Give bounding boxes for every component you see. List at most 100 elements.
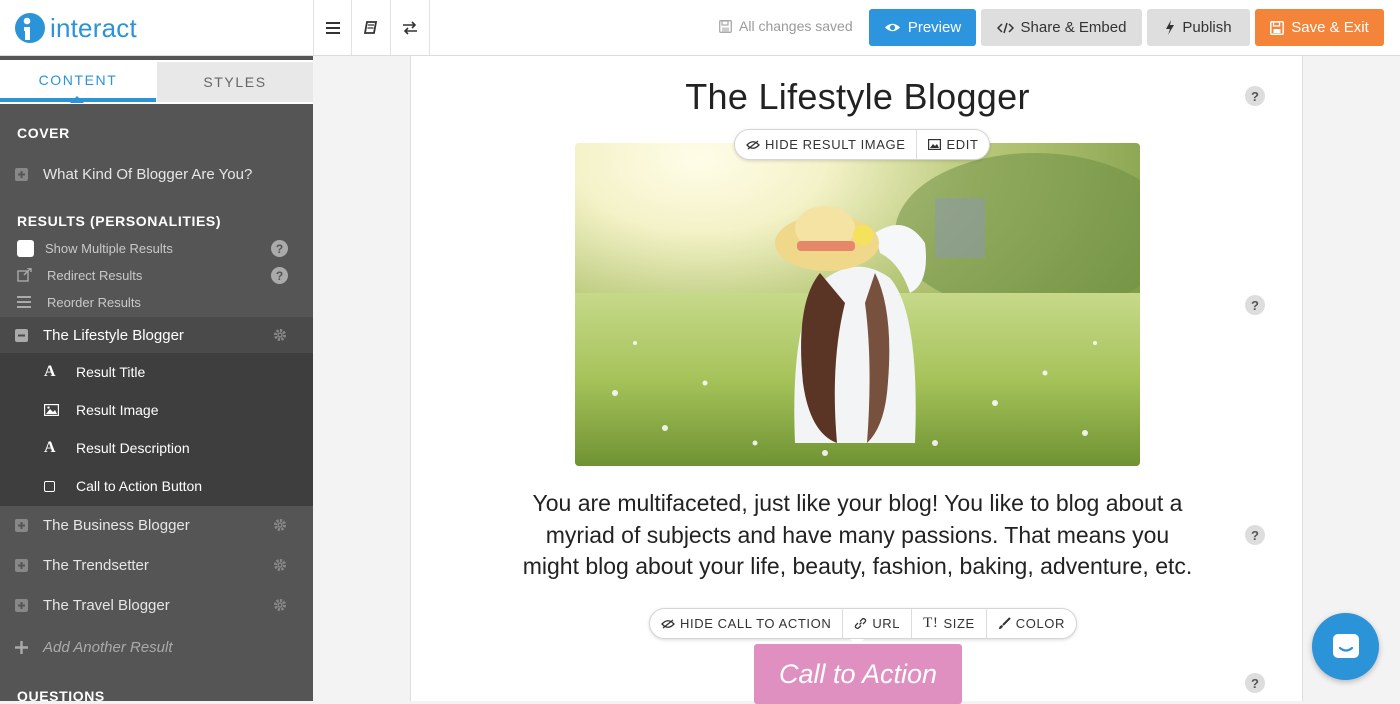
sub-item-label: Result Description	[76, 440, 190, 456]
lightning-icon	[1166, 20, 1175, 35]
preview-label: Preview	[907, 19, 962, 36]
redirect-results-label: Redirect Results	[47, 267, 143, 283]
result-trendsetter[interactable]: The Trendsetter	[0, 550, 313, 580]
cta-size-button[interactable]: T! SIZE	[912, 609, 987, 638]
cta-toolbar: HIDE CALL TO ACTION URL T! SIZE COLOR	[649, 608, 1078, 639]
cover-heading: COVER	[17, 125, 70, 141]
button-icon	[0, 480, 76, 492]
cta-url-label: URL	[872, 616, 901, 631]
results-heading: RESULTS (PERSONALITIES)	[17, 213, 222, 229]
sub-item-call-to-action[interactable]: Call to Action Button	[0, 467, 313, 505]
eye-slash-icon	[746, 139, 760, 150]
floppy-icon	[719, 19, 732, 33]
redirect-results-option[interactable]: Redirect Results ?	[0, 263, 313, 287]
save-exit-button[interactable]: Save & Exit	[1255, 9, 1384, 46]
sidebar-tabs: CONTENT STYLES	[0, 60, 313, 104]
publish-button[interactable]: Publish	[1147, 9, 1250, 46]
cta-size-label: SIZE	[943, 616, 975, 631]
share-embed-label: Share & Embed	[1020, 19, 1127, 36]
hide-result-image-button[interactable]: HIDE RESULT IMAGE	[735, 130, 918, 159]
show-multiple-results-label: Show Multiple Results	[45, 240, 173, 256]
gear-icon[interactable]	[273, 328, 287, 342]
hide-cta-label: HIDE CALL TO ACTION	[680, 616, 832, 631]
sub-item-label: Result Image	[76, 402, 159, 418]
sub-item-result-description[interactable]: A Result Description	[0, 429, 313, 467]
help-icon[interactable]: ?	[271, 267, 288, 284]
image-icon	[0, 404, 76, 416]
reorder-results-option[interactable]: Reorder Results	[0, 290, 313, 314]
gear-icon[interactable]	[273, 558, 287, 572]
code-icon	[996, 22, 1014, 33]
book-icon[interactable]	[352, 0, 391, 55]
tab-styles[interactable]: STYLES	[157, 62, 313, 102]
link-icon	[855, 617, 867, 630]
swap-icon[interactable]	[391, 0, 430, 55]
preview-button[interactable]: Preview	[869, 9, 976, 46]
sub-item-result-title[interactable]: A Result Title	[0, 353, 313, 391]
show-multiple-results-option[interactable]: Show Multiple Results ?	[0, 236, 313, 260]
sidebar: CONTENT STYLES COVER What Kind Of Blogge…	[0, 56, 313, 701]
result-travel-blogger[interactable]: The Travel Blogger	[0, 590, 313, 620]
expand-plus-icon[interactable]	[0, 558, 43, 572]
edit-image-label: EDIT	[946, 137, 979, 152]
logo-text: interact	[50, 12, 137, 43]
add-another-result[interactable]: Add Another Result	[0, 633, 313, 661]
reorder-icon	[0, 296, 47, 308]
cover-item[interactable]: What Kind Of Blogger Are You?	[0, 160, 313, 188]
text-icon: A	[44, 439, 56, 456]
expand-plus-icon[interactable]	[0, 167, 43, 181]
chat-icon	[1332, 633, 1359, 658]
publish-label: Publish	[1182, 19, 1232, 36]
text-size-icon: T!	[923, 615, 939, 631]
result-lifestyle-label: The Lifestyle Blogger	[43, 326, 184, 344]
interact-logo[interactable]: interact	[14, 10, 137, 46]
hide-cta-button[interactable]: HIDE CALL TO ACTION	[650, 609, 844, 638]
save-exit-label: Save & Exit	[1291, 19, 1369, 36]
image-icon	[928, 139, 942, 150]
share-embed-button[interactable]: Share & Embed	[981, 9, 1142, 46]
cta-url-button[interactable]: URL	[843, 609, 913, 638]
result-description[interactable]: You are multifaceted, just like your blo…	[521, 488, 1194, 583]
chat-launcher[interactable]	[1312, 613, 1379, 680]
expand-plus-icon[interactable]	[0, 518, 43, 532]
gear-icon[interactable]	[273, 598, 287, 612]
eye-slash-icon	[661, 618, 675, 629]
help-icon[interactable]: ?	[271, 240, 288, 257]
sub-item-result-image[interactable]: Result Image	[0, 391, 313, 429]
sub-item-label: Result Title	[76, 364, 146, 380]
cover-item-label: What Kind Of Blogger Are You?	[43, 165, 253, 183]
result-image[interactable]	[575, 143, 1140, 466]
help-icon[interactable]: ?	[1245, 525, 1265, 545]
save-status: All changes saved	[719, 18, 853, 34]
cta-color-button[interactable]: COLOR	[987, 609, 1076, 638]
text-icon: A	[44, 363, 56, 380]
help-icon[interactable]: ?	[1245, 295, 1265, 315]
external-link-icon	[0, 268, 47, 282]
sub-item-label: Call to Action Button	[76, 478, 203, 494]
result-label: The Business Blogger	[43, 516, 190, 534]
active-tab-caret	[70, 96, 84, 103]
meadow-photo	[575, 143, 1140, 466]
menu-icon[interactable]	[313, 0, 352, 55]
result-lifestyle-blogger[interactable]: The Lifestyle Blogger	[0, 317, 313, 353]
plus-icon	[0, 640, 43, 654]
result-label: The Travel Blogger	[43, 596, 170, 614]
editor-stage: The Lifestyle Blogger ? HIDE RESULT IMAG…	[410, 56, 1304, 704]
result-title[interactable]: The Lifestyle Blogger	[411, 76, 1304, 118]
result-business-blogger[interactable]: The Business Blogger	[0, 510, 313, 540]
top-toolbar: interact All changes saved Preview Share…	[0, 0, 1400, 56]
result-label: The Trendsetter	[43, 556, 149, 574]
edit-image-button[interactable]: EDIT	[917, 130, 989, 159]
eye-icon	[884, 23, 900, 32]
help-icon[interactable]: ?	[1245, 86, 1265, 106]
reorder-results-label: Reorder Results	[47, 294, 141, 310]
help-icon[interactable]: ?	[1245, 673, 1265, 693]
hide-result-image-label: HIDE RESULT IMAGE	[765, 137, 906, 152]
result-sub-items: A Result Title Result Image A Result Des…	[0, 353, 313, 506]
checkbox-icon[interactable]	[0, 239, 45, 257]
call-to-action-button[interactable]: Call to Action	[754, 644, 962, 704]
cta-color-label: COLOR	[1015, 616, 1066, 631]
gear-icon[interactable]	[273, 518, 287, 532]
collapse-minus-icon[interactable]	[0, 328, 43, 342]
expand-plus-icon[interactable]	[0, 598, 43, 612]
